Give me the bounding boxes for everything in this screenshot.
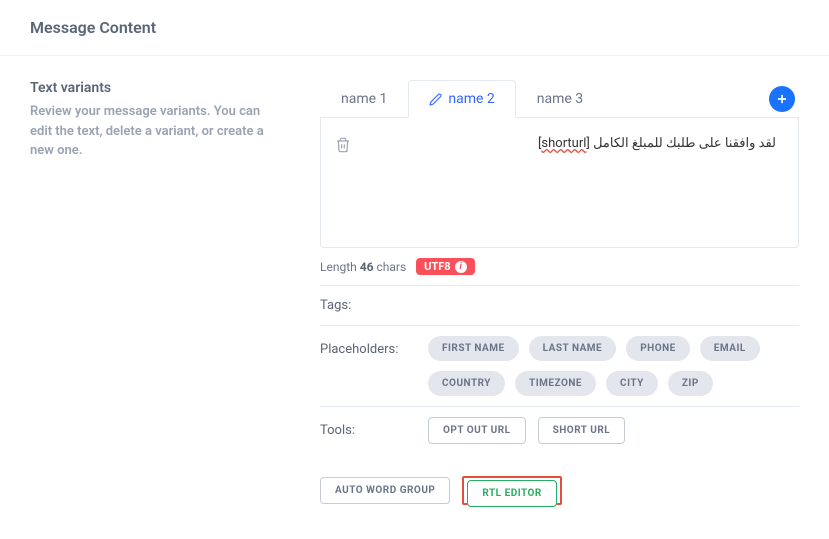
variant-tabs: name 1 name 2 name 3 <box>320 80 799 118</box>
page-body: Text variants Review your message varian… <box>0 56 829 539</box>
tab-label: name 1 <box>341 91 387 107</box>
length-prefix: Length <box>320 260 357 274</box>
tools-section: Tools: OPT OUT URL SHORT URL AUTO WORD G… <box>320 406 799 515</box>
info-icon: i <box>455 261 467 273</box>
encoding-badge[interactable]: UTF8 i <box>416 258 474 275</box>
plus-icon <box>775 92 789 106</box>
tags-section: Tags: <box>320 285 799 325</box>
main-content: name 1 name 2 name 3 لقد وافقنا على طلبك… <box>320 80 799 515</box>
placeholder-zip[interactable]: ZIP <box>668 371 713 396</box>
placeholder-email[interactable]: EMAIL <box>700 336 760 361</box>
rtl-editor-highlight: RTL EDITOR <box>462 476 561 505</box>
page-header: Message Content <box>0 0 829 56</box>
placeholders-section: Placeholders: FIRST NAME LAST NAME PHONE… <box>320 325 799 406</box>
text-underlined: shorturl <box>541 136 586 151</box>
tool-opt-out-url[interactable]: OPT OUT URL <box>428 417 526 444</box>
placeholder-country[interactable]: COUNTRY <box>428 371 505 396</box>
placeholders-label: Placeholders: <box>320 336 412 357</box>
length-meta: Length 46 chars UTF8 i <box>320 248 799 285</box>
page-title: Message Content <box>30 18 799 37</box>
placeholder-first-name[interactable]: FIRST NAME <box>428 336 519 361</box>
trash-icon <box>335 136 351 154</box>
tools-row2: AUTO WORD GROUP RTL EDITOR <box>320 476 562 505</box>
placeholder-last-name[interactable]: LAST NAME <box>529 336 617 361</box>
tab-label: name 3 <box>537 91 583 107</box>
message-textarea[interactable]: لقد وافقنا على طلبك للمبلغ الكامل [short… <box>353 132 784 233</box>
sidebar-desc: Review your message variants. You can ed… <box>30 102 280 161</box>
tab-name-1[interactable]: name 1 <box>320 80 408 117</box>
pencil-icon <box>429 93 442 106</box>
length-label: Length 46 chars <box>320 260 406 274</box>
sidebar-title: Text variants <box>30 80 280 96</box>
sidebar: Text variants Review your message varian… <box>30 80 280 515</box>
length-suffix: chars <box>376 260 406 274</box>
tab-name-2[interactable]: name 2 <box>408 80 515 118</box>
placeholder-city[interactable]: CITY <box>606 371 658 396</box>
tool-auto-word-group[interactable]: AUTO WORD GROUP <box>320 477 450 504</box>
tab-label: name 2 <box>448 91 494 107</box>
placeholder-pills: FIRST NAME LAST NAME PHONE EMAIL COUNTRY… <box>428 336 799 396</box>
tab-name-3[interactable]: name 3 <box>516 80 604 117</box>
text-part: لقد وافقنا على طلبك للمبلغ الكامل [ <box>586 136 776 151</box>
tool-rtl-editor[interactable]: RTL EDITOR <box>467 480 556 507</box>
tools-row1: OPT OUT URL SHORT URL <box>428 417 625 444</box>
placeholder-phone[interactable]: PHONE <box>626 336 690 361</box>
editor-area: لقد وافقنا على طلبك للمبلغ الكامل [short… <box>320 118 799 248</box>
tools-label: Tools: <box>320 417 412 438</box>
tool-short-url[interactable]: SHORT URL <box>538 417 626 444</box>
delete-button[interactable] <box>335 136 353 154</box>
placeholder-timezone[interactable]: TIMEZONE <box>515 371 596 396</box>
add-variant-button[interactable] <box>769 86 795 112</box>
length-value: 46 <box>360 260 374 274</box>
encoding-text: UTF8 <box>424 260 450 273</box>
tags-label: Tags: <box>320 298 412 313</box>
